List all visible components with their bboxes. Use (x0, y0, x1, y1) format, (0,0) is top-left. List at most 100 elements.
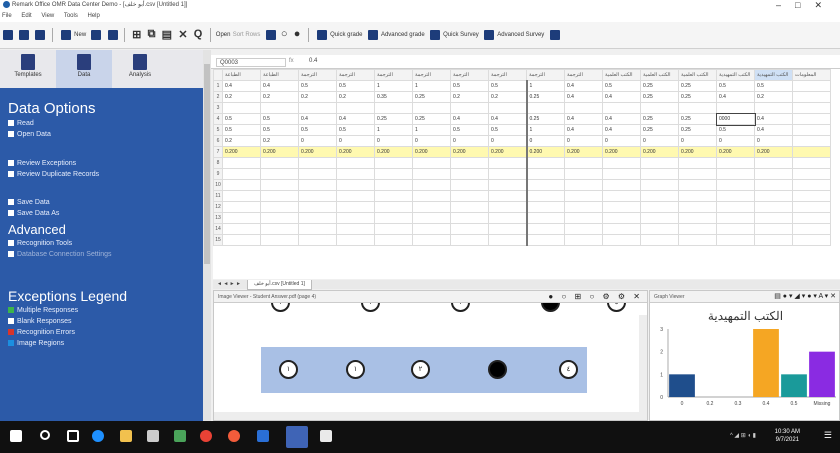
table-cell[interactable] (754, 223, 793, 235)
table-cell[interactable]: 0.4 (564, 80, 603, 92)
table-cell[interactable]: 1 (374, 80, 413, 92)
table-cell[interactable] (564, 157, 603, 169)
table-cell[interactable] (525, 157, 565, 169)
table-cell[interactable]: 0.25 (640, 80, 679, 92)
table-cell[interactable]: 0.4 (564, 113, 603, 125)
table-cell[interactable]: 0.25 (678, 80, 717, 92)
table-cell[interactable] (222, 212, 261, 224)
save-icon[interactable] (91, 30, 102, 40)
table-cell[interactable]: 0 (754, 135, 793, 147)
table-cell[interactable] (488, 234, 527, 246)
scrollbar-thumb[interactable] (204, 64, 210, 264)
table-cell[interactable] (336, 179, 375, 191)
column-header[interactable]: الطباعة (222, 69, 261, 81)
table-cell[interactable] (222, 157, 261, 169)
table-cell[interactable]: 0.2 (260, 135, 299, 147)
sidebar-item-open-data[interactable]: Open Data (8, 129, 203, 140)
table-cell[interactable] (298, 234, 337, 246)
table-cell[interactable] (525, 168, 565, 180)
table-cell[interactable]: 0.5 (298, 80, 337, 92)
advanced-grade-button[interactable]: Advanced grade (381, 29, 425, 41)
table-cell[interactable] (716, 234, 755, 246)
table-cell[interactable] (450, 179, 489, 191)
table-cell[interactable] (564, 168, 603, 180)
quick-survey-button[interactable]: Quick Survey (443, 29, 479, 41)
row-header[interactable]: 1 (213, 80, 223, 92)
task-view-icon[interactable] (67, 430, 79, 442)
table-cell[interactable] (525, 102, 565, 114)
table-cell[interactable] (488, 223, 527, 235)
table-cell[interactable] (716, 190, 755, 202)
template-icon[interactable] (3, 30, 13, 40)
table-cell[interactable] (602, 168, 641, 180)
table-cell[interactable]: 0.200 (260, 146, 299, 158)
chart-icon[interactable] (549, 30, 560, 40)
table-cell[interactable] (260, 234, 299, 246)
table-cell[interactable] (754, 102, 793, 114)
image-horizontal-scrollbar[interactable] (214, 412, 641, 420)
file-explorer-icon[interactable] (120, 430, 132, 442)
table-cell[interactable] (298, 223, 337, 235)
table-cell[interactable] (374, 168, 413, 180)
table-cell[interactable] (525, 190, 565, 202)
row-header[interactable]: 9 (213, 168, 223, 180)
table-cell[interactable]: 0.200 (222, 146, 261, 158)
table-cell[interactable] (640, 234, 679, 246)
table-cell[interactable] (298, 168, 337, 180)
table-cell[interactable] (336, 223, 375, 235)
open-button[interactable]: Open (216, 29, 231, 41)
table-cell[interactable] (564, 201, 603, 213)
table-cell[interactable] (374, 157, 413, 169)
sidebar-item-save-data-as[interactable]: Save Data As (8, 208, 203, 219)
menu-edit[interactable]: Edit (21, 13, 31, 19)
menu-help[interactable]: Help (88, 13, 100, 19)
close-button[interactable]: ✕ (814, 0, 836, 10)
table-cell[interactable] (374, 212, 413, 224)
table-cell[interactable]: 0.25 (412, 113, 451, 125)
table-cell[interactable] (640, 212, 679, 224)
table-cell[interactable] (412, 201, 451, 213)
table-cell[interactable]: 0.2 (754, 91, 793, 103)
table-cell[interactable]: 0.25 (678, 91, 717, 103)
table-cell[interactable]: 0 (488, 135, 527, 147)
table-cell[interactable] (525, 179, 565, 191)
table-cell[interactable] (260, 190, 299, 202)
table-cell[interactable] (488, 190, 527, 202)
table-cell[interactable]: 0.35 (374, 91, 413, 103)
table-cell[interactable] (525, 234, 565, 246)
table-cell[interactable] (336, 102, 375, 114)
table-cell[interactable]: 0.5 (260, 124, 299, 136)
advanced-survey-button[interactable]: Advanced Survey (497, 29, 544, 41)
table-cell[interactable] (564, 223, 603, 235)
table-cell[interactable] (602, 212, 641, 224)
table-cell[interactable] (260, 201, 299, 213)
table-cell[interactable] (678, 168, 717, 180)
table-cell[interactable]: 0.200 (525, 146, 565, 158)
app-icon-red[interactable] (228, 430, 240, 442)
table-cell[interactable] (374, 190, 413, 202)
notifications-icon[interactable]: ☰ (824, 430, 832, 441)
table-cell[interactable] (754, 179, 793, 191)
table-cell[interactable] (525, 223, 565, 235)
table-cell[interactable] (298, 201, 337, 213)
table-cell[interactable]: 0 (374, 135, 413, 147)
table-cell[interactable]: 0.25 (640, 91, 679, 103)
table-cell[interactable] (222, 201, 261, 213)
row-header[interactable]: 10 (213, 179, 223, 191)
new-icon[interactable] (60, 30, 71, 40)
table-cell[interactable] (488, 179, 527, 191)
table-cell[interactable]: 0.5 (716, 80, 755, 92)
table-cell[interactable] (716, 157, 755, 169)
clock[interactable]: 10:30 AM 9/7/2021 (775, 428, 800, 444)
table-cell[interactable] (450, 223, 489, 235)
table-cell[interactable] (412, 168, 451, 180)
app-icon-white[interactable] (320, 430, 332, 442)
table-cell[interactable] (450, 190, 489, 202)
table-cell[interactable]: 0.25 (640, 113, 679, 125)
circle-icon[interactable]: ○ (281, 28, 288, 40)
table-cell[interactable] (374, 201, 413, 213)
table-cell[interactable] (678, 201, 717, 213)
table-cell[interactable] (564, 190, 603, 202)
table-cell[interactable] (564, 179, 603, 191)
table-cell[interactable] (260, 212, 299, 224)
